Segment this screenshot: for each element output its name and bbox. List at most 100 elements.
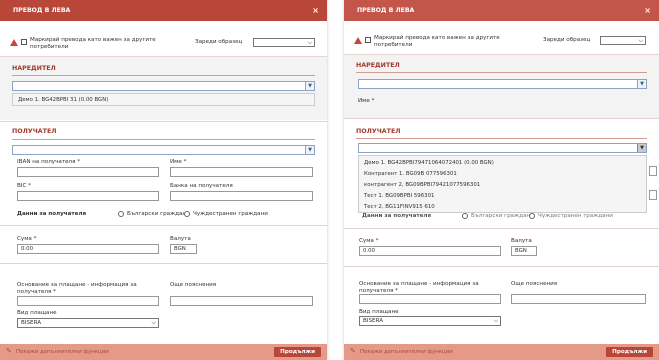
chevron-down-icon: ⌵ bbox=[151, 319, 156, 326]
recipient-option[interactable]: Тест 2, BG11FINV915 610 bbox=[364, 204, 435, 210]
close-icon[interactable]: × bbox=[312, 0, 319, 21]
recipient-data-label: Данни за получателя bbox=[17, 211, 87, 217]
show-more-link[interactable]: Покажи допълнителни функции bbox=[16, 349, 109, 355]
recipient-option[interactable]: контрагент 2, BG09BPBI79421077596301 bbox=[364, 182, 480, 188]
show-more-link[interactable]: Покажи допълнителни функции bbox=[360, 349, 453, 355]
divider bbox=[344, 266, 659, 267]
orderer-section-title: НАРЕДИТЕЛ bbox=[356, 62, 400, 69]
recipient-option[interactable]: Контрагент 1. BG09B 077596301 bbox=[364, 171, 457, 177]
mark-important-checkbox[interactable] bbox=[21, 39, 27, 45]
bic-label: BIC * bbox=[17, 183, 31, 189]
load-template-label: Зареди образец bbox=[195, 39, 243, 45]
options-row: Маркирай превода като важен за другите п… bbox=[354, 34, 649, 50]
bank-input[interactable] bbox=[170, 191, 313, 201]
recipient-option[interactable]: Демо 1. BG42BPBI79471064072401 (0.00 BGN… bbox=[364, 160, 494, 166]
mark-important-checkbox[interactable] bbox=[365, 37, 371, 43]
orderer-section-title: НАРЕДИТЕЛ bbox=[12, 65, 56, 72]
transfer-dialog-left: ПРЕВОД В ЛЕВА × Маркирай превода като ва… bbox=[0, 0, 327, 360]
payment-type-select[interactable]: BISERA ⌵ bbox=[359, 316, 501, 326]
reason-label: Основание за плащане - информация за пол… bbox=[17, 282, 137, 295]
name-input[interactable] bbox=[170, 167, 313, 177]
more-info-input[interactable] bbox=[511, 294, 646, 304]
foreign-label: Чуждестранен граждани bbox=[193, 211, 268, 217]
section-divider bbox=[356, 138, 647, 139]
payment-type-label: Вид плащане bbox=[359, 309, 399, 315]
amount-label: Сума * bbox=[359, 238, 379, 244]
more-info-label: Още пояснения bbox=[511, 281, 558, 287]
currency-value: BGN bbox=[515, 248, 527, 254]
bic-input[interactable] bbox=[17, 191, 159, 201]
chevron-down-icon: ⌵ bbox=[307, 39, 312, 46]
orderer-account-combo[interactable]: ▼ bbox=[358, 79, 647, 89]
mark-important-label: Маркирай превода като важен за другите п… bbox=[374, 35, 500, 48]
template-select[interactable]: ⌵ bbox=[600, 36, 646, 45]
payment-type-value: BISERA bbox=[21, 320, 42, 326]
recipient-combo[interactable]: ▼ bbox=[12, 145, 315, 155]
orderer-account-combo[interactable]: ▼ bbox=[12, 81, 315, 91]
warning-icon bbox=[354, 37, 362, 44]
dialog-footer: ✎ Покажи допълнителни функции Продължи bbox=[0, 344, 327, 360]
chevron-down-icon[interactable]: ▼ bbox=[637, 144, 646, 152]
bank-input-partial[interactable] bbox=[649, 190, 657, 200]
payment-type-select[interactable]: BISERA ⌵ bbox=[17, 318, 159, 328]
chevron-down-icon[interactable]: ▼ bbox=[637, 80, 646, 88]
bank-label: Банка на получателя bbox=[170, 183, 233, 189]
recipient-option[interactable]: Тест 1. BG09BPBI 596301 bbox=[364, 193, 434, 199]
dialog-footer: ✎ Покажи допълнителни функции Продължи bbox=[344, 344, 659, 360]
name-input-partial[interactable] bbox=[649, 166, 657, 176]
amount-label: Сума * bbox=[17, 236, 37, 242]
dialog-titlebar: ПРЕВОД В ЛЕВА × bbox=[0, 0, 327, 21]
mark-important-label: Маркирай превода като важен за другите п… bbox=[30, 37, 156, 50]
continue-button[interactable]: Продължи bbox=[606, 347, 653, 357]
section-divider bbox=[12, 139, 315, 140]
orderer-account-dropdown: Демо 1. BG42BPBI 31 (0.00 BGN) bbox=[12, 93, 315, 106]
transfer-dialog-right: ПРЕВОД В ЛЕВА × Маркирай превода като ва… bbox=[344, 0, 659, 360]
divider bbox=[344, 228, 659, 229]
chevron-down-icon: ⌵ bbox=[638, 37, 643, 44]
close-icon[interactable]: × bbox=[644, 0, 651, 21]
recipient-section-title: ПОЛУЧАТЕЛ bbox=[12, 128, 57, 135]
chevron-down-icon[interactable]: ▼ bbox=[305, 146, 314, 154]
reason-input[interactable] bbox=[359, 294, 501, 304]
divider bbox=[0, 225, 327, 226]
plus-icon: ✎ bbox=[350, 347, 356, 355]
name-label: Име * bbox=[358, 98, 375, 104]
bulgarian-label: Български граждани bbox=[127, 211, 190, 217]
template-select[interactable]: ⌵ bbox=[253, 38, 315, 47]
continue-button[interactable]: Продължи bbox=[274, 347, 321, 357]
name-label: Име * bbox=[170, 159, 187, 165]
section-divider bbox=[356, 72, 647, 73]
dialog-title: ПРЕВОД В ЛЕВА bbox=[13, 7, 71, 14]
bulgarian-radio[interactable] bbox=[462, 213, 468, 219]
currency-field: BGN bbox=[511, 246, 537, 256]
foreign-radio[interactable] bbox=[184, 211, 190, 217]
dialog-titlebar: ПРЕВОД В ЛЕВА × bbox=[344, 0, 659, 21]
divider bbox=[0, 263, 327, 264]
more-info-input[interactable] bbox=[170, 296, 313, 306]
amount-input[interactable]: 0.00 bbox=[17, 244, 159, 254]
currency-field: BGN bbox=[170, 244, 197, 254]
warning-icon bbox=[10, 39, 18, 46]
foreign-radio[interactable] bbox=[529, 213, 535, 219]
currency-value: BGN bbox=[174, 246, 186, 252]
payment-type-label: Вид плащане bbox=[17, 310, 57, 316]
divider bbox=[344, 118, 659, 119]
iban-input[interactable] bbox=[17, 167, 159, 177]
reason-input[interactable] bbox=[17, 296, 159, 306]
chevron-down-icon[interactable]: ▼ bbox=[305, 82, 314, 90]
currency-label: Валута bbox=[170, 236, 191, 242]
load-template-label: Зареди образец bbox=[543, 37, 591, 43]
amount-value: 0.00 bbox=[21, 246, 34, 252]
bulgarian-radio[interactable] bbox=[118, 211, 124, 217]
orderer-account-option[interactable]: Демо 1. BG42BPBI 31 (0.00 BGN) bbox=[18, 97, 108, 103]
plus-icon: ✎ bbox=[6, 347, 12, 355]
recipient-data-label: Данни за получателя bbox=[362, 213, 432, 219]
reason-label: Основание за плащане - информация за пол… bbox=[359, 281, 479, 294]
divider bbox=[0, 121, 327, 122]
recipient-dropdown: Демо 1. BG42BPBI79471064072401 (0.00 BGN… bbox=[358, 155, 647, 213]
more-info-label: Още пояснения bbox=[170, 282, 217, 288]
chevron-down-icon: ⌵ bbox=[493, 317, 498, 324]
recipient-combo[interactable]: ▼ bbox=[358, 143, 647, 153]
amount-value: 0.00 bbox=[363, 248, 376, 254]
amount-input[interactable]: 0.00 bbox=[359, 246, 501, 256]
